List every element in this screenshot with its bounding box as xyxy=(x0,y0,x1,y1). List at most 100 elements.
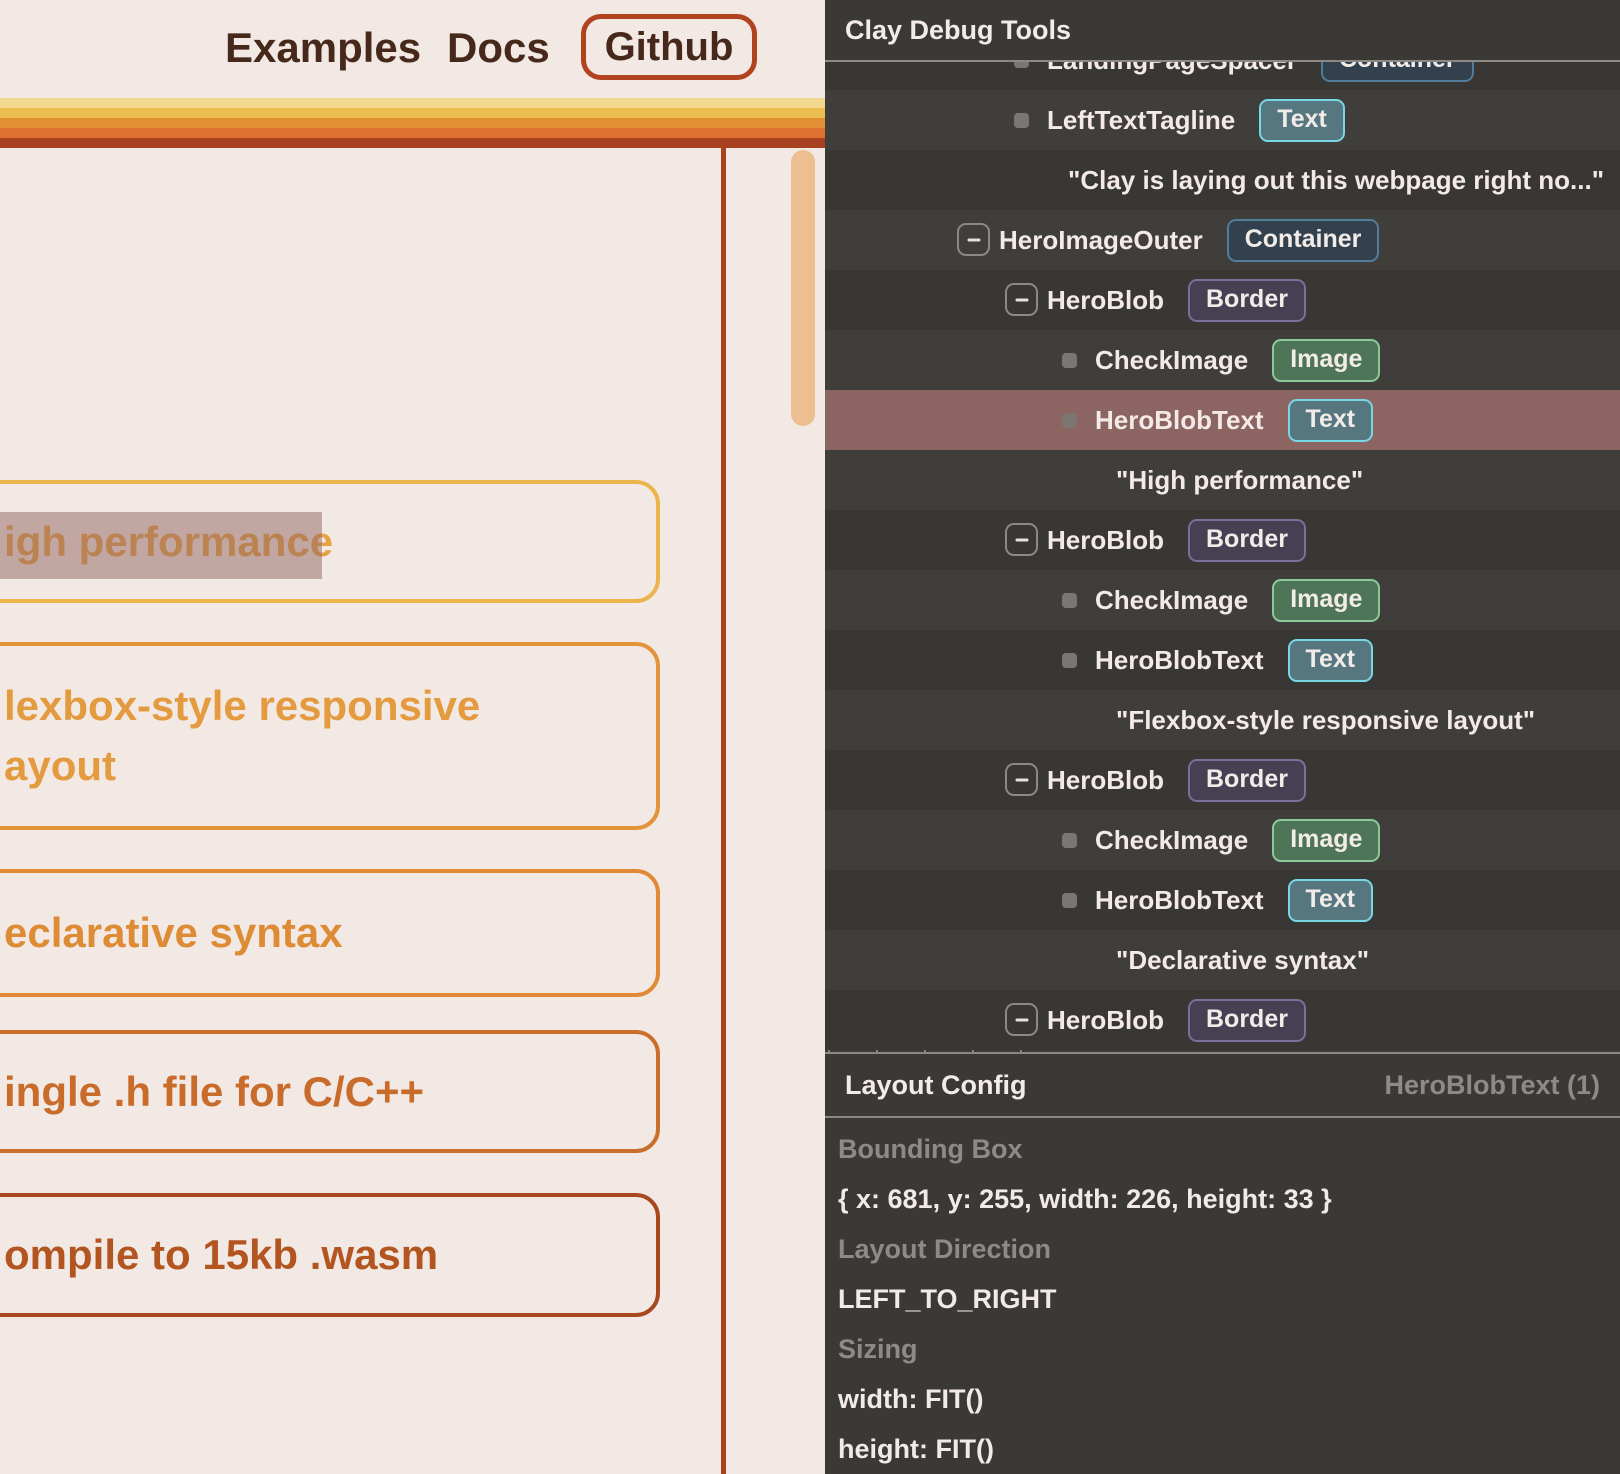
element-name: CheckImage Image xyxy=(1095,810,1380,870)
config-value: height: FIT() xyxy=(838,1424,1608,1474)
element-name-label: CheckImage xyxy=(1095,825,1248,856)
layout-config-body: Bounding Box{ x: 681, y: 255, width: 226… xyxy=(838,1124,1608,1474)
element-name: LeftTextTagline Text xyxy=(1047,90,1345,150)
collapse-button[interactable] xyxy=(957,223,990,256)
minus-icon xyxy=(1015,298,1028,301)
leaf-bullet-icon xyxy=(1014,113,1029,128)
minus-icon xyxy=(1015,778,1028,781)
tree-row-text-content[interactable]: "Clay is laying out this webpage right n… xyxy=(825,150,1620,210)
element-name: HeroBlob Border xyxy=(1047,270,1306,330)
tree-row-heroblob[interactable]: HeroBlob Border xyxy=(825,270,1620,330)
collapse-button[interactable] xyxy=(1005,283,1038,316)
header-stripe-1 xyxy=(0,108,825,118)
layout-config-header: Layout Config HeroBlobText (1) xyxy=(825,1052,1620,1118)
debug-panel-title: Clay Debug Tools xyxy=(845,15,1071,46)
element-name: HeroImageOuter Container xyxy=(999,210,1379,270)
tree-row-heroblob[interactable]: HeroBlobBorder xyxy=(825,750,1620,810)
element-type-badge: Text xyxy=(1288,639,1374,682)
text-content-value: "High performance" xyxy=(1116,450,1363,510)
collapse-button[interactable] xyxy=(1005,523,1038,556)
feature-box-text: ayout xyxy=(4,736,656,796)
page-scrollbar-thumb[interactable] xyxy=(791,150,815,426)
element-name-label: HeroImageOuter xyxy=(999,225,1203,256)
element-type-badge: Container xyxy=(1227,219,1380,262)
tree-row-heroblobtext[interactable]: HeroBlobText Text xyxy=(825,630,1620,690)
feature-box-3: ingle .h file for C/C++ xyxy=(0,1030,660,1153)
tree-row-heroblobtext[interactable]: HeroBlobText Text xyxy=(825,390,1620,450)
leaf-bullet-icon xyxy=(1062,653,1077,668)
tree-row-heroblob[interactable]: HeroBlob Border xyxy=(825,510,1620,570)
feature-box-text: lexbox-style responsive xyxy=(4,676,656,736)
element-type-badge: Border xyxy=(1188,519,1306,562)
element-type-badge: Text xyxy=(1259,99,1345,142)
header-stripe-0 xyxy=(0,98,825,108)
layout-config-title: Layout Config xyxy=(845,1070,1026,1101)
element-name: HeroBlobText Text xyxy=(1095,870,1373,930)
header-stripes xyxy=(0,98,825,148)
tree-row-checkimage[interactable]: CheckImage Image xyxy=(825,570,1620,630)
element-name: HeroBlobBorder xyxy=(1047,750,1306,810)
element-name-label: HeroBlobText xyxy=(1095,405,1264,436)
element-name-label: HeroBlob xyxy=(1047,765,1164,796)
debug-selection-highlight xyxy=(0,512,322,579)
config-label: Layout Direction xyxy=(838,1224,1608,1274)
leaf-bullet-icon xyxy=(1062,413,1077,428)
tree-row-lefttexttagline[interactable]: LeftTextTagline Text xyxy=(825,90,1620,150)
config-value: { x: 681, y: 255, width: 226, height: 33… xyxy=(838,1174,1608,1224)
github-button[interactable]: Github xyxy=(581,14,757,80)
element-name: HeroBlobBorder xyxy=(1047,990,1306,1050)
nav-item-docs[interactable]: Docs xyxy=(447,24,550,72)
tree-row-checkimage[interactable]: CheckImage Image xyxy=(825,810,1620,870)
header-stripe-2 xyxy=(0,118,825,128)
element-type-badge: Image xyxy=(1272,819,1380,862)
tree-row-checkimage[interactable]: CheckImage Image xyxy=(825,330,1620,390)
element-name: HeroBlobText Text xyxy=(1095,390,1373,450)
nav-item-examples[interactable]: Examples xyxy=(225,24,421,72)
config-value: LEFT_TO_RIGHT xyxy=(838,1274,1608,1324)
element-name-label: CheckImage xyxy=(1095,345,1248,376)
tree-row-text-content[interactable]: "Declarative syntax" xyxy=(825,930,1620,990)
tree-row-text-content[interactable]: "Flexbox-style responsive layout" xyxy=(825,690,1620,750)
debug-panel-titlebar: Clay Debug Tools xyxy=(825,0,1620,62)
selected-element-ref: HeroBlobText (1) xyxy=(1384,1070,1600,1101)
element-type-badge: Text xyxy=(1288,399,1374,442)
element-name: HeroBlob Border xyxy=(1047,510,1306,570)
element-name: CheckImage Image xyxy=(1095,330,1380,390)
minus-icon xyxy=(967,238,980,241)
header-stripe-3 xyxy=(0,128,825,138)
element-name-label: LeftTextTagline xyxy=(1047,105,1235,136)
element-type-badge: Border xyxy=(1188,999,1306,1042)
leaf-bullet-icon xyxy=(1062,893,1077,908)
element-name-label: HeroBlobText xyxy=(1095,885,1264,916)
element-type-badge: Image xyxy=(1272,339,1380,382)
config-value: width: FIT() xyxy=(838,1374,1608,1424)
element-name: HeroBlobText Text xyxy=(1095,630,1373,690)
config-label: Bounding Box xyxy=(838,1124,1608,1174)
page-divider-line xyxy=(721,148,726,1474)
leaf-bullet-icon xyxy=(1062,833,1077,848)
tree-row-heroblob[interactable]: HeroBlobBorder xyxy=(825,990,1620,1050)
feature-box-1: lexbox-style responsiveayout xyxy=(0,642,660,830)
collapse-button[interactable] xyxy=(1005,1003,1038,1036)
minus-icon xyxy=(1015,538,1028,541)
collapse-button[interactable] xyxy=(1005,763,1038,796)
text-content-value: "Flexbox-style responsive layout" xyxy=(1116,690,1535,750)
element-type-badge: Text xyxy=(1288,879,1374,922)
element-name-label: CheckImage xyxy=(1095,585,1248,616)
config-label: Sizing xyxy=(838,1324,1608,1374)
element-type-badge: Border xyxy=(1188,279,1306,322)
element-tree: LandingPageSpacerContainerLeftTextTaglin… xyxy=(825,0,1620,1052)
element-type-badge: Image xyxy=(1272,579,1380,622)
element-name-label: HeroBlob xyxy=(1047,285,1164,316)
feature-box-2: eclarative syntax xyxy=(0,869,660,997)
element-name-label: HeroBlob xyxy=(1047,525,1164,556)
feature-box-text: ompile to 15kb .wasm xyxy=(4,1225,656,1285)
leaf-bullet-icon xyxy=(1062,353,1077,368)
tree-row-heroblobtext[interactable]: HeroBlobText Text xyxy=(825,870,1620,930)
text-content-value: "Clay is laying out this webpage right n… xyxy=(1068,150,1604,210)
tree-row-text-content[interactable]: "High performance" xyxy=(825,450,1620,510)
element-name-label: HeroBlobText xyxy=(1095,645,1264,676)
minus-icon xyxy=(1015,1018,1028,1021)
feature-box-text: eclarative syntax xyxy=(4,903,656,963)
tree-row-heroimageouter[interactable]: HeroImageOuter Container xyxy=(825,210,1620,270)
